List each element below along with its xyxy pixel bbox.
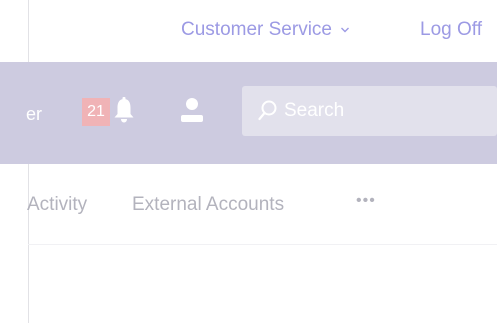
bell-icon[interactable] — [113, 96, 135, 124]
user-name-fragment[interactable]: er — [26, 101, 42, 127]
customer-service-label: Customer Service — [181, 19, 332, 40]
notification-count-badge[interactable]: 21 — [82, 98, 110, 126]
more-tabs-button[interactable]: ••• — [356, 192, 376, 210]
search-box[interactable] — [242, 86, 497, 136]
customer-service-menu[interactable]: Customer Service — [181, 18, 350, 42]
top-utility-bar: Customer Service Log Off — [0, 0, 497, 60]
user-icon[interactable] — [180, 97, 204, 123]
log-off-link[interactable]: Log Off — [420, 18, 482, 42]
account-tabs: Activity External Accounts ••• — [0, 186, 497, 226]
search-icon — [258, 100, 277, 121]
tab-activity[interactable]: Activity — [27, 194, 87, 216]
tab-external-accounts[interactable]: External Accounts — [132, 194, 284, 216]
search-input[interactable] — [284, 100, 484, 122]
chevron-down-icon — [341, 27, 349, 33]
tabs-divider — [28, 244, 497, 245]
